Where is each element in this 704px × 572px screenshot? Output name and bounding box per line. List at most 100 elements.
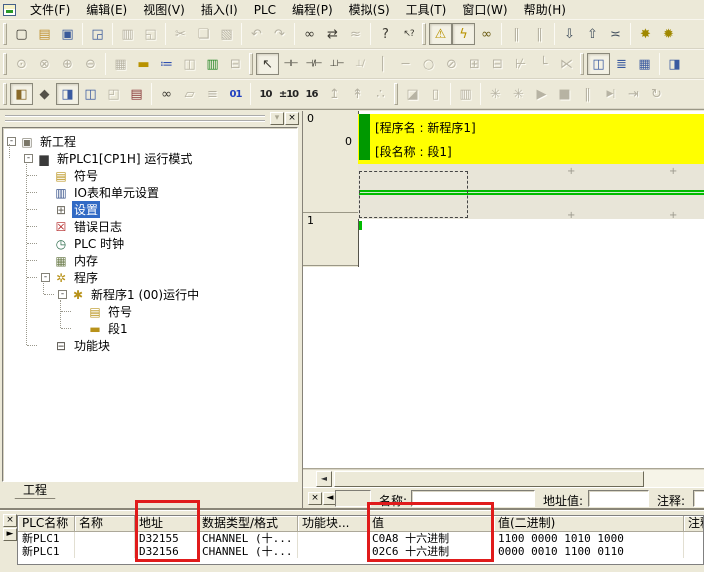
simulator-online-button[interactable]: ∞ — [475, 23, 498, 45]
print-button[interactable]: ▥ — [116, 23, 139, 45]
watch-cell-plc-name[interactable]: 新PLC1 — [18, 532, 75, 545]
expand-toggle[interactable]: - — [58, 290, 67, 299]
infobar-close-button[interactable]: × — [308, 492, 322, 505]
sim-step-run-button[interactable]: ▶| — [599, 83, 622, 105]
monitor-decimal-button[interactable]: 10 — [254, 83, 277, 105]
show-monitor-pane-button[interactable]: ◫ — [178, 53, 201, 75]
redo-button[interactable]: ↷ — [268, 23, 291, 45]
compare-with-plc-button[interactable]: ≍ — [604, 23, 627, 45]
watch-cell-value-binary[interactable]: 0000 0010 1100 0110 — [494, 545, 684, 558]
watch-row[interactable]: 新PLC1D32156CHANNEL (十...02C6 十六进制0000 00… — [18, 545, 703, 558]
monitor-signed-decimal-button[interactable]: ±10 — [277, 83, 300, 105]
online-edit-send-button[interactable]: ✹ — [657, 23, 680, 45]
context-help-button[interactable]: ↖? — [397, 23, 420, 45]
workspace-grip[interactable] — [5, 115, 265, 122]
menu-工具[interactable]: 工具(T) — [398, 1, 455, 18]
paste-button[interactable]: ▧ — [215, 23, 238, 45]
ladder-view[interactable]: 0 0 1 [程序名 : 新程序1] [段名称 : 段1] ++++ — [303, 111, 704, 469]
tree-item-io-table-unit-setup[interactable]: ▥IO表和单元设置 — [3, 184, 297, 201]
sim-continuous-step-button[interactable]: ↻ — [645, 83, 668, 105]
tree-item-settings[interactable]: ⊞设置 — [3, 201, 297, 218]
toolbar-grip[interactable] — [422, 23, 426, 45]
toggle-project-window-button[interactable]: ◧ — [10, 83, 33, 105]
new-or-contact-button[interactable]: ⊥⊢ — [325, 53, 348, 75]
comment-input[interactable] — [693, 490, 704, 507]
plc-settings-window-button[interactable]: ▥ — [454, 83, 477, 105]
help-button[interactable]: ? — [374, 23, 397, 45]
column-header-name[interactable]: 名称 — [75, 516, 135, 532]
watch-cell-comment[interactable] — [684, 532, 704, 545]
plc-io-table-window-button[interactable]: ▯ — [424, 83, 447, 105]
rung1-margin[interactable]: 1 — [303, 213, 358, 266]
find-button[interactable]: ∞ — [298, 23, 321, 45]
column-header-plc-name[interactable]: PLC名称 — [18, 516, 75, 532]
force-on-button[interactable]: ✳ — [484, 83, 507, 105]
monitor-mode-button[interactable]: ϟ — [452, 23, 475, 45]
toolbar-grip[interactable] — [3, 23, 7, 45]
tree-item-symbols[interactable]: ▤符号 — [3, 167, 297, 184]
cross-reference-report-button[interactable]: ∞ — [155, 83, 178, 105]
tree-item-new-project[interactable]: -▣新工程 — [3, 133, 297, 150]
expand-toggle[interactable]: - — [41, 273, 50, 282]
watch-close-button[interactable]: × — [3, 514, 17, 527]
watch-cell-name[interactable] — [75, 532, 135, 545]
ladder-window-icon[interactable] — [3, 4, 16, 16]
scroll-left-button[interactable]: ◄ — [316, 471, 332, 487]
invert-result-button[interactable]: ⋉ — [555, 53, 578, 75]
new-coil-button[interactable]: ○ — [417, 53, 440, 75]
search-project-button[interactable]: ≈ — [344, 23, 367, 45]
copy-button[interactable]: ❏ — [192, 23, 215, 45]
menu-PLC[interactable]: PLC — [246, 1, 284, 18]
new-horizontal-line-button[interactable]: ─ — [394, 53, 417, 75]
ladder-cursor[interactable] — [359, 171, 468, 218]
undo-button[interactable]: ↶ — [245, 23, 268, 45]
change-value-button[interactable]: ↟ — [346, 83, 369, 105]
menu-窗口[interactable]: 窗口(W) — [454, 1, 515, 18]
set-value-button[interactable]: ↥ — [323, 83, 346, 105]
sim-pause-button[interactable]: ‖ — [576, 83, 599, 105]
toolbar-grip[interactable] — [394, 83, 398, 105]
differential-monitor-button[interactable]: ∴ — [369, 83, 392, 105]
workspace-close-button[interactable]: × — [285, 112, 299, 125]
new-or-closed-contact-button[interactable]: ⊥/ — [348, 53, 371, 75]
toggle-address-reference-button[interactable]: ◫ — [79, 83, 102, 105]
tab-project[interactable]: 工程 — [6, 482, 64, 499]
show-rung-list-button[interactable]: ≔ — [155, 53, 178, 75]
show-tree-view-button[interactable]: ⊟ — [224, 53, 247, 75]
force-off-button[interactable]: ✳ — [507, 83, 530, 105]
tree-item-section1[interactable]: ▬段1 — [3, 320, 297, 337]
watch-row[interactable]: 新PLC1D32155CHANNEL (十...C0A8 十六进制1100 00… — [18, 532, 703, 545]
tree-item-function-blocks[interactable]: ⊟功能块 — [3, 337, 297, 354]
work-online-button[interactable]: ⚠ — [429, 23, 452, 45]
menu-编辑[interactable]: 编辑(E) — [78, 1, 135, 18]
page-preview-button[interactable]: ◲ — [86, 23, 109, 45]
toolbar-grip[interactable] — [580, 53, 584, 75]
online-edit-begin-button[interactable]: ✸ — [634, 23, 657, 45]
zoom-out-button[interactable]: ⊖ — [79, 53, 102, 75]
new-closed-contact-button[interactable]: ⊣/⊢ — [302, 53, 325, 75]
data-trace-button[interactable]: ≣ — [610, 53, 633, 75]
watch-cell-data-type[interactable]: CHANNEL (十... — [198, 532, 298, 545]
ladder-hscrollbar[interactable]: ◄ — [303, 469, 704, 487]
menu-编程[interactable]: 编程(P) — [284, 1, 341, 18]
sim-run-button[interactable]: ▶ — [530, 83, 553, 105]
monitor-in-binary-button[interactable]: 01 — [224, 83, 247, 105]
show-grid-button[interactable]: ▦ — [109, 53, 132, 75]
zoom-custom-button[interactable]: ⊗ — [33, 53, 56, 75]
show-rung-comments-button[interactable]: ▬ — [132, 53, 155, 75]
new-instruction-button[interactable]: ⊞ — [463, 53, 486, 75]
zoom-in-button[interactable]: ⊕ — [56, 53, 79, 75]
monitor-hex-button[interactable]: 16 — [300, 83, 323, 105]
watch-cell-data-type[interactable]: CHANNEL (十... — [198, 545, 298, 558]
watch-cell-name[interactable] — [75, 545, 135, 558]
expand-toggle[interactable]: - — [24, 154, 33, 163]
watch-cell-value-binary[interactable]: 1100 0000 1010 1000 — [494, 532, 684, 545]
cross-reference-popup-button[interactable]: ◨ — [663, 53, 686, 75]
transfer-from-plc-button[interactable]: ⇧ — [581, 23, 604, 45]
toolbar-grip[interactable] — [249, 53, 253, 75]
tree-item-plc-clock[interactable]: ◷PLC 时钟 — [3, 235, 297, 252]
transfer-to-plc-button[interactable]: ⇩ — [558, 23, 581, 45]
scroll-thumb[interactable] — [334, 471, 644, 487]
toolbar-grip[interactable] — [3, 83, 7, 105]
new-contact-button[interactable]: ⊣⊢ — [279, 53, 302, 75]
